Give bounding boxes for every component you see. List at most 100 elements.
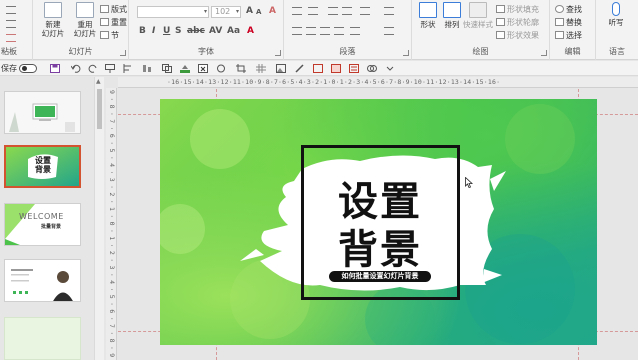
- presentation-red-icon[interactable]: [331, 64, 341, 73]
- slides-launcher-icon[interactable]: [120, 50, 126, 56]
- paint-bucket-icon: [496, 5, 505, 13]
- format-painter-icon[interactable]: [6, 34, 16, 42]
- vertical-ruler: 9·8·7·6·5·4·3·2·1·0·1·2·3·4·5·6·7·8·9: [106, 88, 117, 360]
- layout-label: 版式: [111, 5, 127, 14]
- group-label-editing: 编辑: [564, 47, 581, 56]
- new-slide-label: 新建 幻灯片: [41, 20, 65, 38]
- scrollbar-thumb[interactable]: [97, 89, 102, 129]
- shape-effects-button[interactable]: 形状效果: [496, 30, 539, 41]
- picture-icon[interactable]: [276, 64, 286, 73]
- align-center-icon[interactable]: [306, 27, 316, 35]
- quick-access-toolbar: 保存: [0, 61, 638, 76]
- shapes-combine-icon[interactable]: [367, 64, 377, 73]
- reuse-slide-label: 重用 幻灯片: [73, 20, 97, 38]
- align-left-icon[interactable]: [292, 27, 302, 35]
- find-button[interactable]: 查找: [555, 4, 582, 15]
- columns-icon[interactable]: [350, 27, 360, 35]
- rotate-icon[interactable]: [216, 64, 226, 73]
- decrease-indent-icon[interactable]: [328, 7, 338, 15]
- reset-button[interactable]: 重置: [100, 17, 127, 28]
- clear-format-icon[interactable]: A: [269, 6, 276, 16]
- slide-thumbnail-5[interactable]: [4, 317, 81, 360]
- slide-thumbnail-3[interactable]: WELCOME 批量背景: [4, 203, 81, 246]
- reuse-slide-button[interactable]: 重用 幻灯片: [71, 2, 99, 38]
- quick-styles-button[interactable]: 快速样式: [462, 2, 494, 29]
- slide-subtitle[interactable]: 如何批量设置幻灯片背景: [329, 271, 431, 282]
- search-icon: [555, 5, 564, 13]
- numbering-icon[interactable]: [308, 7, 318, 15]
- dictate-button[interactable]: 听写: [602, 2, 630, 27]
- slide-thumbnail-2[interactable]: 设置 背景: [4, 145, 81, 188]
- select-label: 选择: [566, 31, 582, 40]
- increase-indent-icon[interactable]: [342, 7, 352, 15]
- save-icon[interactable]: [50, 64, 60, 73]
- horizontal-ruler-scale: ·16·15·14·13·12·11·10·9·8·7·6·5·4·3·2·1·…: [167, 78, 501, 86]
- undo-icon[interactable]: [71, 64, 81, 73]
- drawing-launcher-icon[interactable]: [541, 50, 547, 56]
- scroll-up-icon[interactable]: ▲: [96, 78, 101, 85]
- section-icon: [100, 31, 109, 39]
- slide-canvas: 设置 背景 如何批量设置幻灯片背景: [118, 89, 638, 360]
- italic-button[interactable]: I: [152, 26, 155, 36]
- grid-icon[interactable]: [256, 64, 266, 73]
- slide-thumbnail-panel: 设置 背景 WELCOME 批量背景 ▲: [0, 77, 106, 360]
- align-icon[interactable]: [123, 64, 133, 73]
- layout-button[interactable]: 版式: [100, 4, 127, 15]
- brush-icon[interactable]: [295, 64, 305, 73]
- shrink-font-icon[interactable]: A: [256, 8, 261, 16]
- shape-fill-label: 形状填充: [507, 5, 539, 14]
- font-size-combo[interactable]: 102 ▾: [211, 6, 241, 18]
- panel-scrollbar[interactable]: ▲: [94, 77, 104, 360]
- more-commands-icon[interactable]: [385, 64, 395, 73]
- strikethrough-button[interactable]: abc: [187, 26, 205, 36]
- copy-icon[interactable]: [6, 20, 16, 28]
- microphone-icon: [612, 2, 620, 16]
- autosave-label: 保存: [1, 64, 17, 73]
- justify-icon[interactable]: [334, 27, 344, 35]
- distribute-icon[interactable]: [142, 64, 152, 73]
- group-label-voice: 语言: [609, 47, 625, 56]
- slide-thumbnail-1[interactable]: [4, 91, 81, 134]
- slide-thumbnail-4[interactable]: [4, 259, 81, 302]
- replace-button[interactable]: 替换: [555, 17, 582, 28]
- slide-title-line-2[interactable]: 背景: [325, 217, 435, 275]
- spacing-button[interactable]: AV: [209, 26, 222, 36]
- line-spacing-icon[interactable]: [360, 7, 370, 15]
- bullets-icon[interactable]: [292, 7, 302, 15]
- grow-font-icon[interactable]: A: [246, 6, 253, 16]
- dictate-label: 听写: [608, 18, 624, 27]
- underline-button[interactable]: U: [163, 26, 170, 36]
- crop-icon[interactable]: [236, 64, 246, 73]
- text-direction-icon[interactable]: [384, 7, 394, 15]
- present-icon[interactable]: [105, 64, 115, 73]
- cut-icon[interactable]: [6, 6, 16, 14]
- font-launcher-icon[interactable]: [275, 50, 281, 56]
- align-text-icon[interactable]: [384, 27, 394, 35]
- change-case-button[interactable]: Aa: [227, 26, 240, 36]
- section-button[interactable]: 节: [100, 30, 119, 41]
- group-objects-icon[interactable]: [162, 64, 172, 73]
- slide-red-icon[interactable]: [313, 64, 323, 73]
- thumbnail-1-preview: [5, 92, 80, 133]
- select-button[interactable]: 选择: [555, 30, 582, 41]
- shadow-button[interactable]: S: [175, 26, 181, 36]
- effects-icon: [496, 31, 505, 39]
- paragraph-launcher-icon[interactable]: [403, 50, 409, 56]
- redo-icon[interactable]: [88, 64, 98, 73]
- font-color-button[interactable]: A: [247, 26, 254, 36]
- textbox-icon[interactable]: [198, 64, 208, 73]
- new-slide-button[interactable]: 新建 幻灯片: [39, 2, 67, 38]
- layers-icon[interactable]: [349, 64, 359, 73]
- quick-styles-label: 快速样式: [463, 20, 493, 29]
- chevron-down-icon: ▾: [235, 8, 239, 15]
- fill-color-icon[interactable]: [180, 64, 190, 73]
- slide[interactable]: 设置 背景 如何批量设置幻灯片背景: [160, 99, 597, 345]
- replace-label: 替换: [566, 18, 582, 27]
- shape-outline-button[interactable]: 形状轮廓: [496, 17, 539, 28]
- autosave-toggle[interactable]: [19, 64, 37, 73]
- thumbnail-2-title: 设置 背景: [35, 156, 51, 174]
- bold-button[interactable]: B: [139, 26, 146, 36]
- align-right-icon[interactable]: [320, 27, 330, 35]
- font-name-combo[interactable]: ▾: [137, 6, 209, 18]
- shape-fill-button[interactable]: 形状填充: [496, 4, 539, 15]
